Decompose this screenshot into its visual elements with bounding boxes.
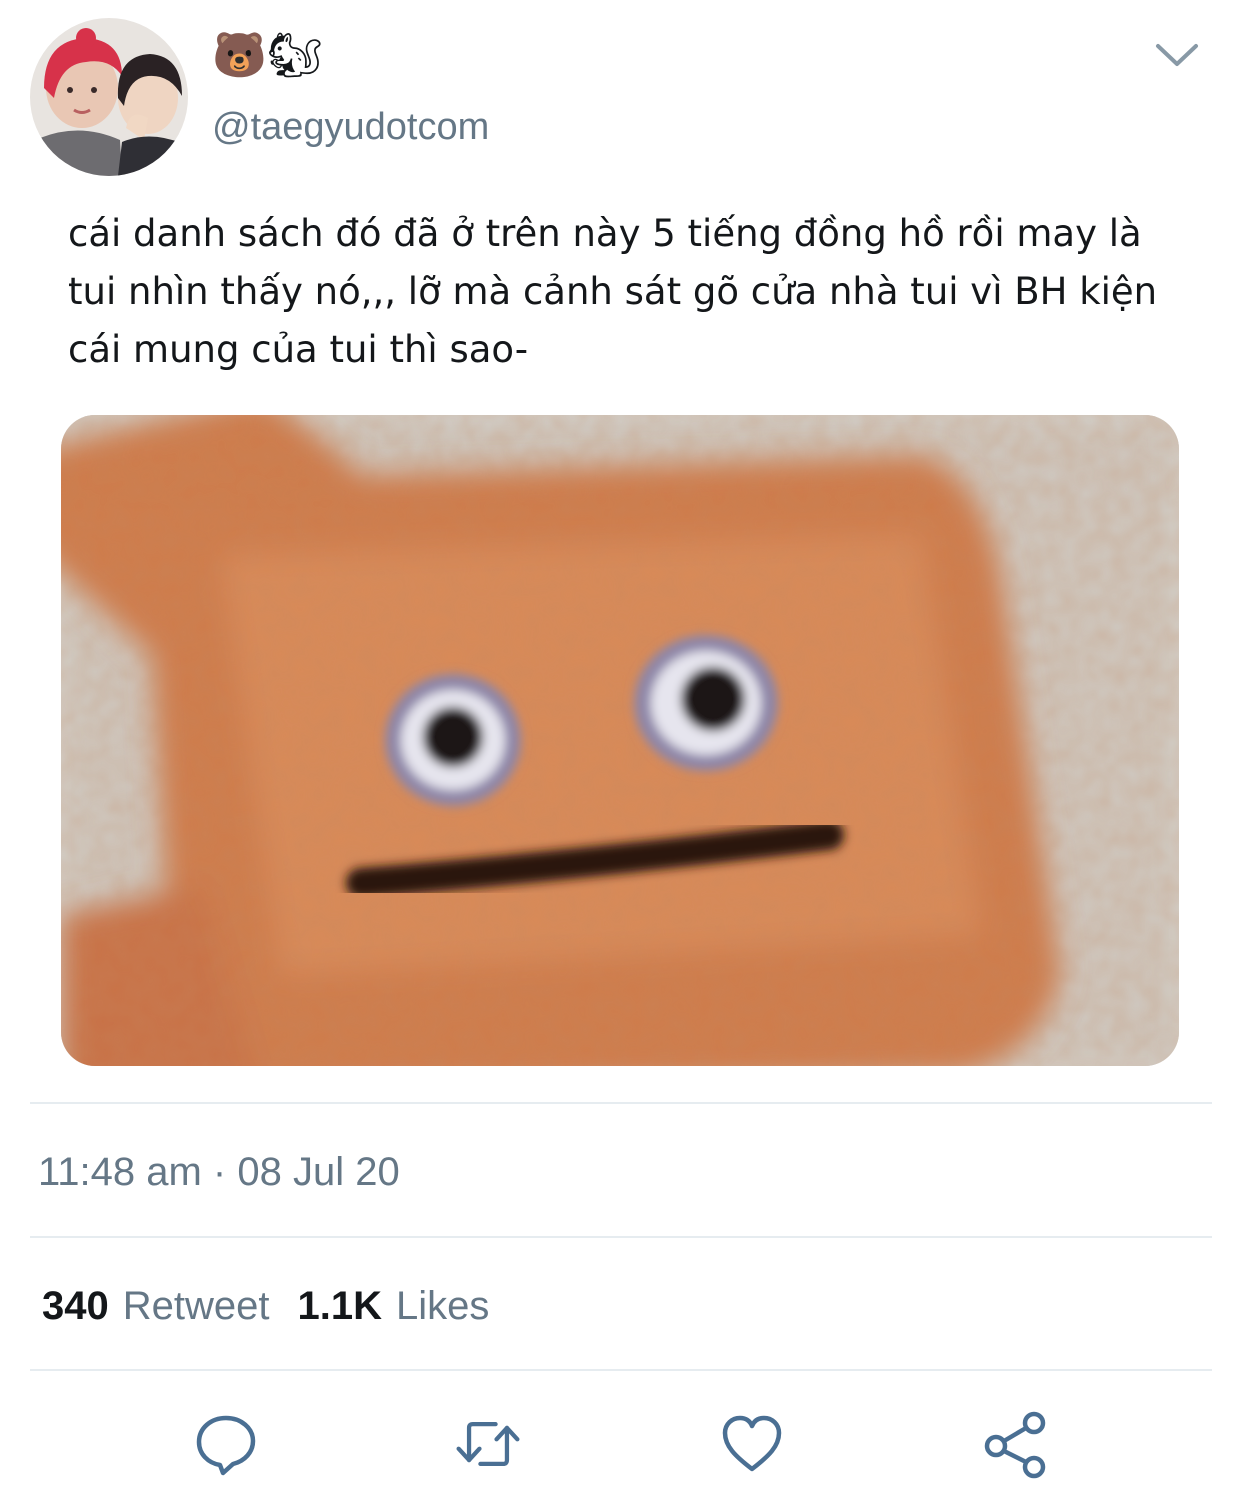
tweet-header: 🐻🐿 @taegyudotcom	[30, 18, 1220, 178]
share-icon[interactable]	[980, 1408, 1052, 1480]
divider	[30, 1236, 1212, 1238]
retweet-count: 340	[42, 1284, 109, 1328]
heart-icon[interactable]	[716, 1408, 788, 1480]
tweet-timestamp[interactable]: 11:48 am · 08 Jul 20	[38, 1148, 400, 1196]
tweet-stats: 340 Retweet 1.1K Likes	[42, 1282, 489, 1330]
tweet-text: cái danh sách đó đã ở trên này 5 tiếng đ…	[68, 212, 1158, 371]
tweet-image[interactable]	[61, 415, 1179, 1066]
divider	[30, 1102, 1212, 1104]
divider	[30, 1369, 1212, 1371]
user-handle[interactable]: @taegyudotcom	[212, 104, 489, 150]
likes-count: 1.1K	[297, 1284, 383, 1328]
retweet-stat[interactable]: 340 Retweet	[42, 1282, 270, 1330]
retweet-icon[interactable]	[452, 1408, 524, 1480]
likes-stat[interactable]: 1.1K Likes	[298, 1282, 490, 1330]
display-name[interactable]: 🐻🐿	[212, 28, 323, 84]
display-name-emojis: 🐻🐿	[212, 30, 323, 81]
likes-label: Likes	[396, 1284, 490, 1328]
avatar[interactable]	[30, 18, 188, 176]
reply-icon[interactable]	[190, 1408, 262, 1480]
retweet-label: Retweet	[122, 1284, 270, 1328]
chevron-down-icon[interactable]	[1154, 38, 1200, 72]
